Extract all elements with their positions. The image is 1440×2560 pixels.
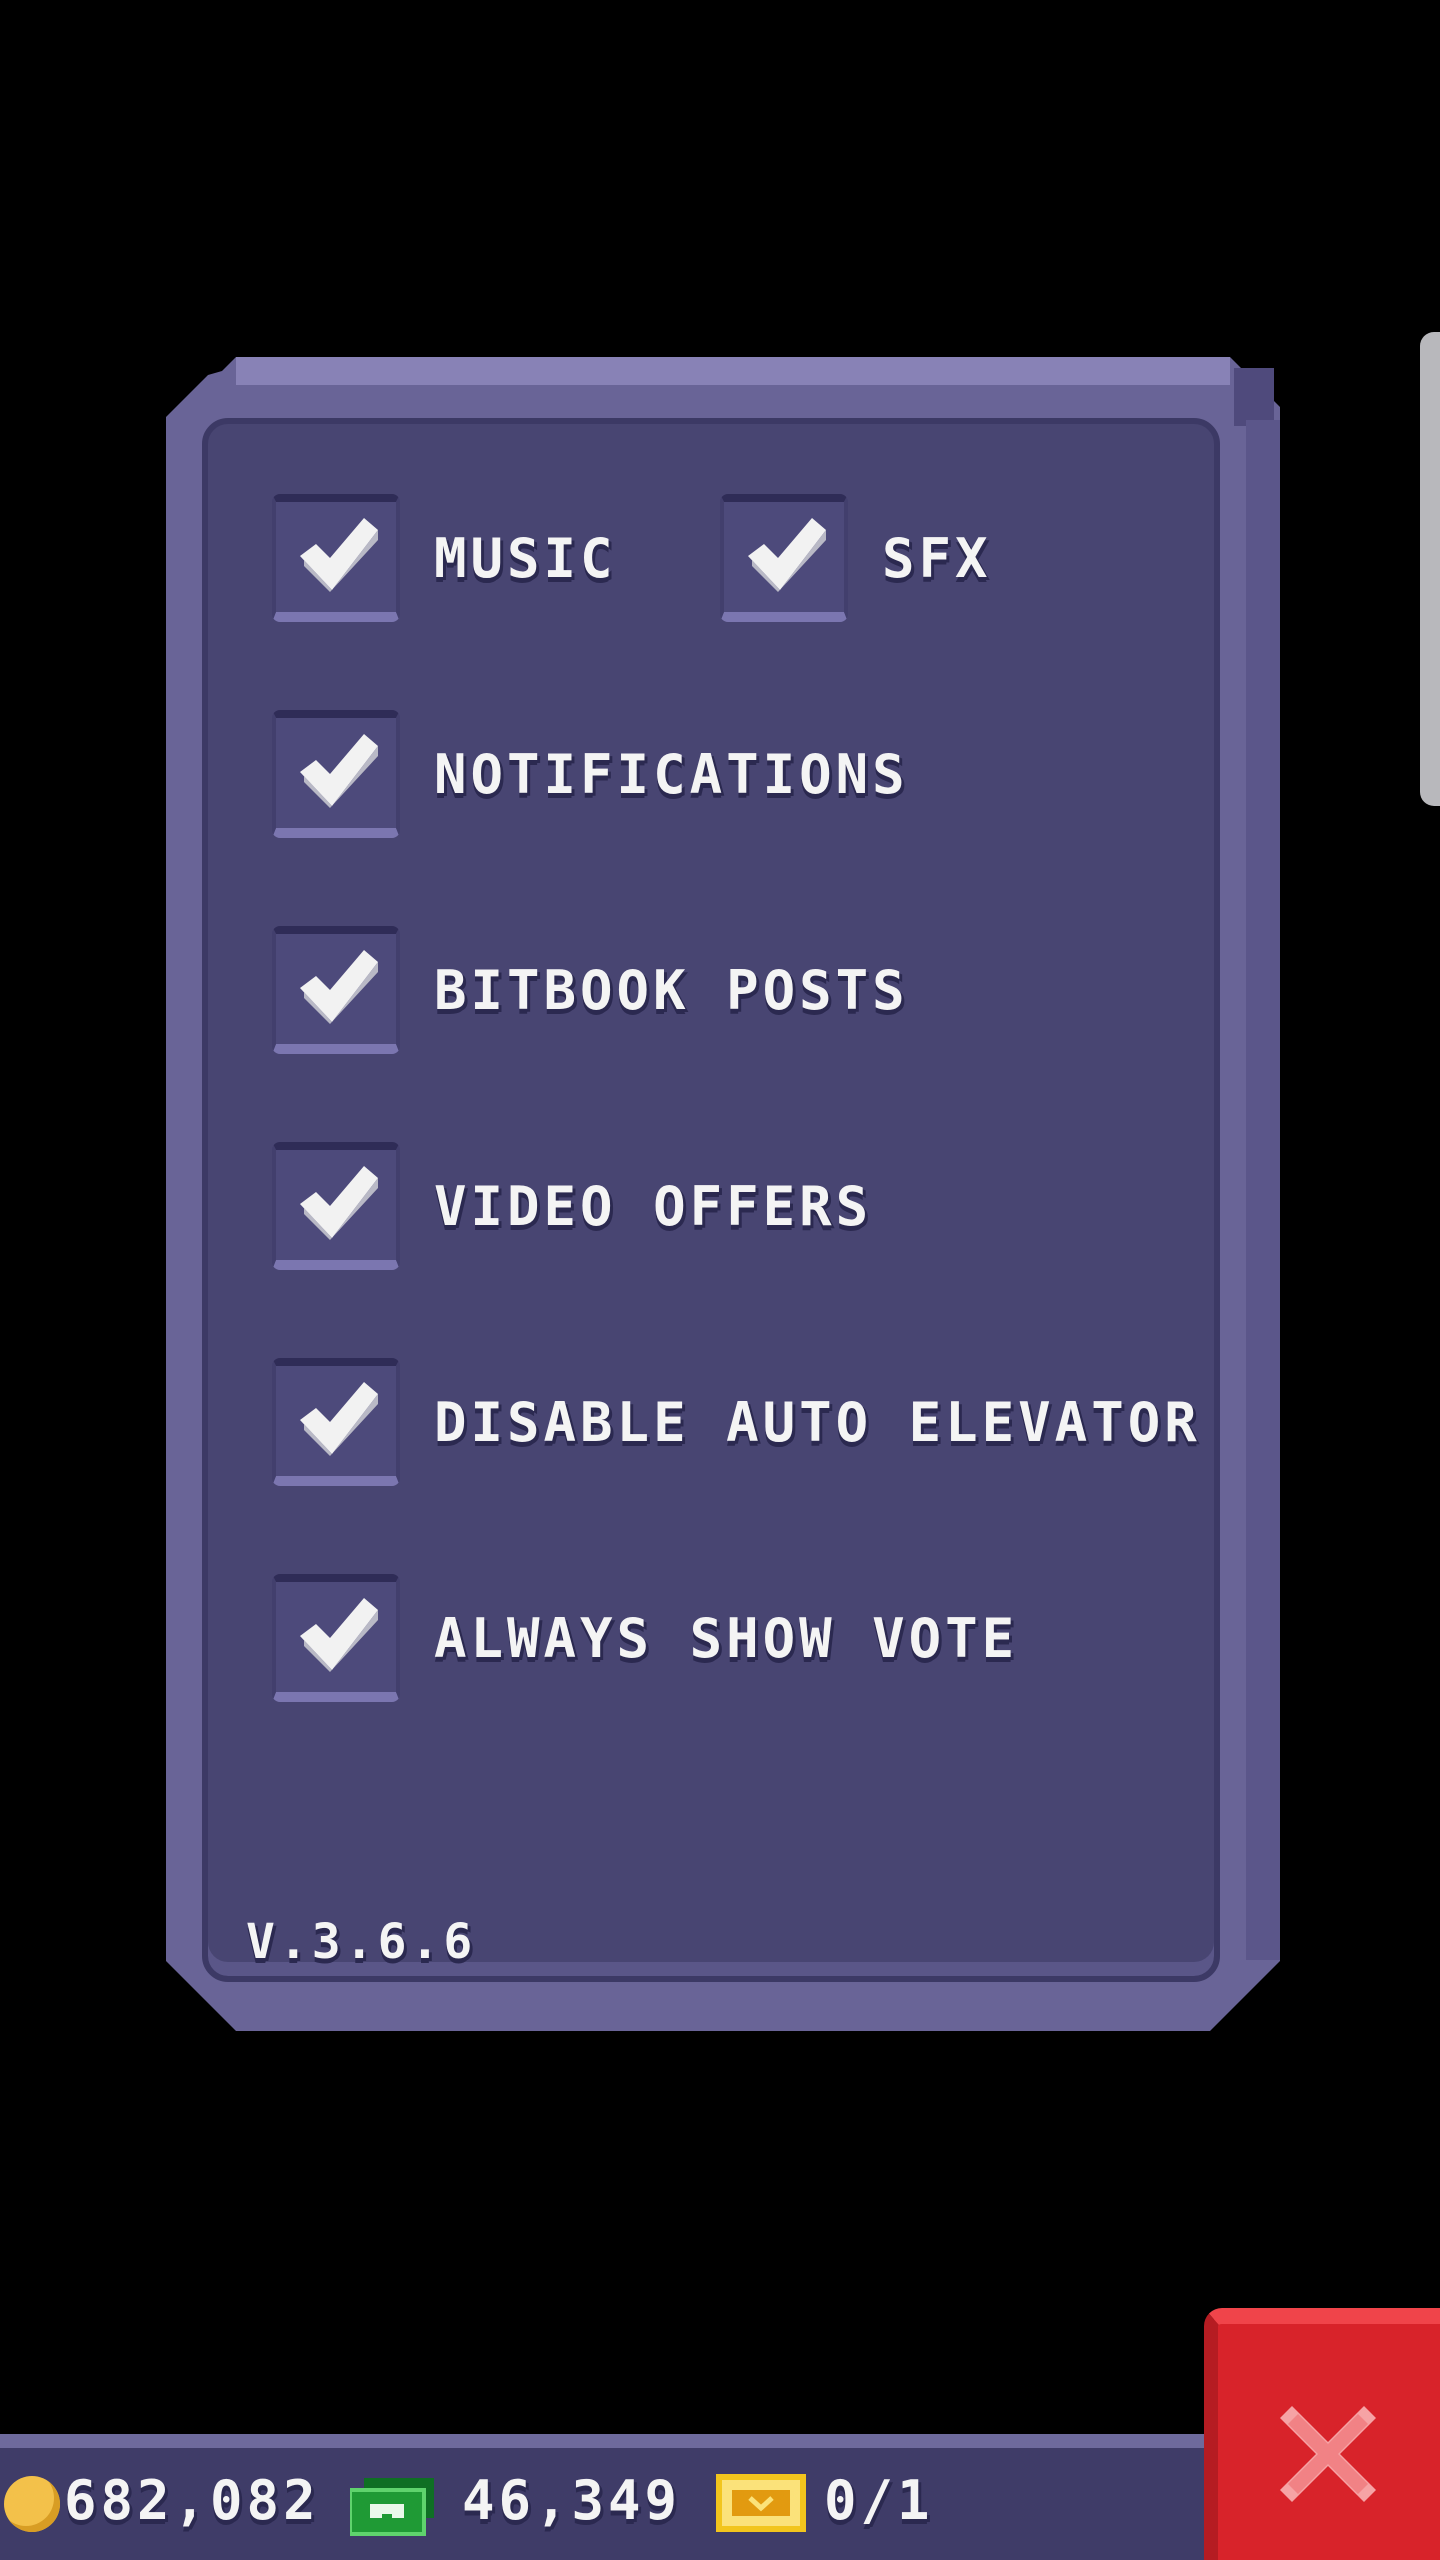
bitbook-posts-label: BITBOOK POSTS: [434, 959, 909, 1022]
always-show-vote-label: ALWAYS SHOW VOTE: [434, 1607, 1019, 1670]
video-offers-label: VIDEO OFFERS: [434, 1175, 873, 1238]
panel-top-highlight: [236, 357, 1230, 385]
checkmark-icon: [300, 1382, 378, 1456]
notifications-checkbox[interactable]: [272, 710, 400, 838]
bux-icon: [350, 2478, 434, 2536]
checkmark-icon: [300, 1166, 378, 1240]
coins-value: 682,082: [64, 2469, 320, 2532]
disable-auto-elevator-checkbox[interactable]: [272, 1358, 400, 1486]
notifications-label: NOTIFICATIONS: [434, 743, 909, 806]
always-show-vote-checkbox[interactable]: [272, 1574, 400, 1702]
music-label: MUSIC: [434, 527, 617, 590]
music-checkbox[interactable]: [272, 494, 400, 622]
sfx-label: SFX: [882, 527, 992, 590]
bux-value: 46,349: [462, 2469, 682, 2532]
close-x-icon: [1280, 2406, 1376, 2502]
scroll-handle[interactable]: [1420, 332, 1440, 806]
checkmark-icon: [300, 518, 378, 592]
ticket-icon: [716, 2474, 806, 2532]
panel-side-shadow: [1246, 420, 1280, 1960]
checkmark-icon: [300, 1598, 378, 1672]
checkmark-icon: [300, 950, 378, 1024]
disable-auto-elevator-label: DISABLE AUTO ELEVATOR: [434, 1391, 1201, 1454]
tickets-value: 0/1: [824, 2469, 934, 2532]
close-button[interactable]: [1204, 2308, 1440, 2560]
panel-corner-bolt: [1234, 368, 1274, 426]
coin-icon: [4, 2476, 60, 2532]
sfx-checkbox[interactable]: [720, 494, 848, 622]
checkmark-icon: [300, 734, 378, 808]
bitbook-posts-checkbox[interactable]: [272, 926, 400, 1054]
version-label: V.3.6.6: [246, 1914, 477, 1970]
checkmark-icon: [748, 518, 826, 592]
video-offers-checkbox[interactable]: [272, 1142, 400, 1270]
